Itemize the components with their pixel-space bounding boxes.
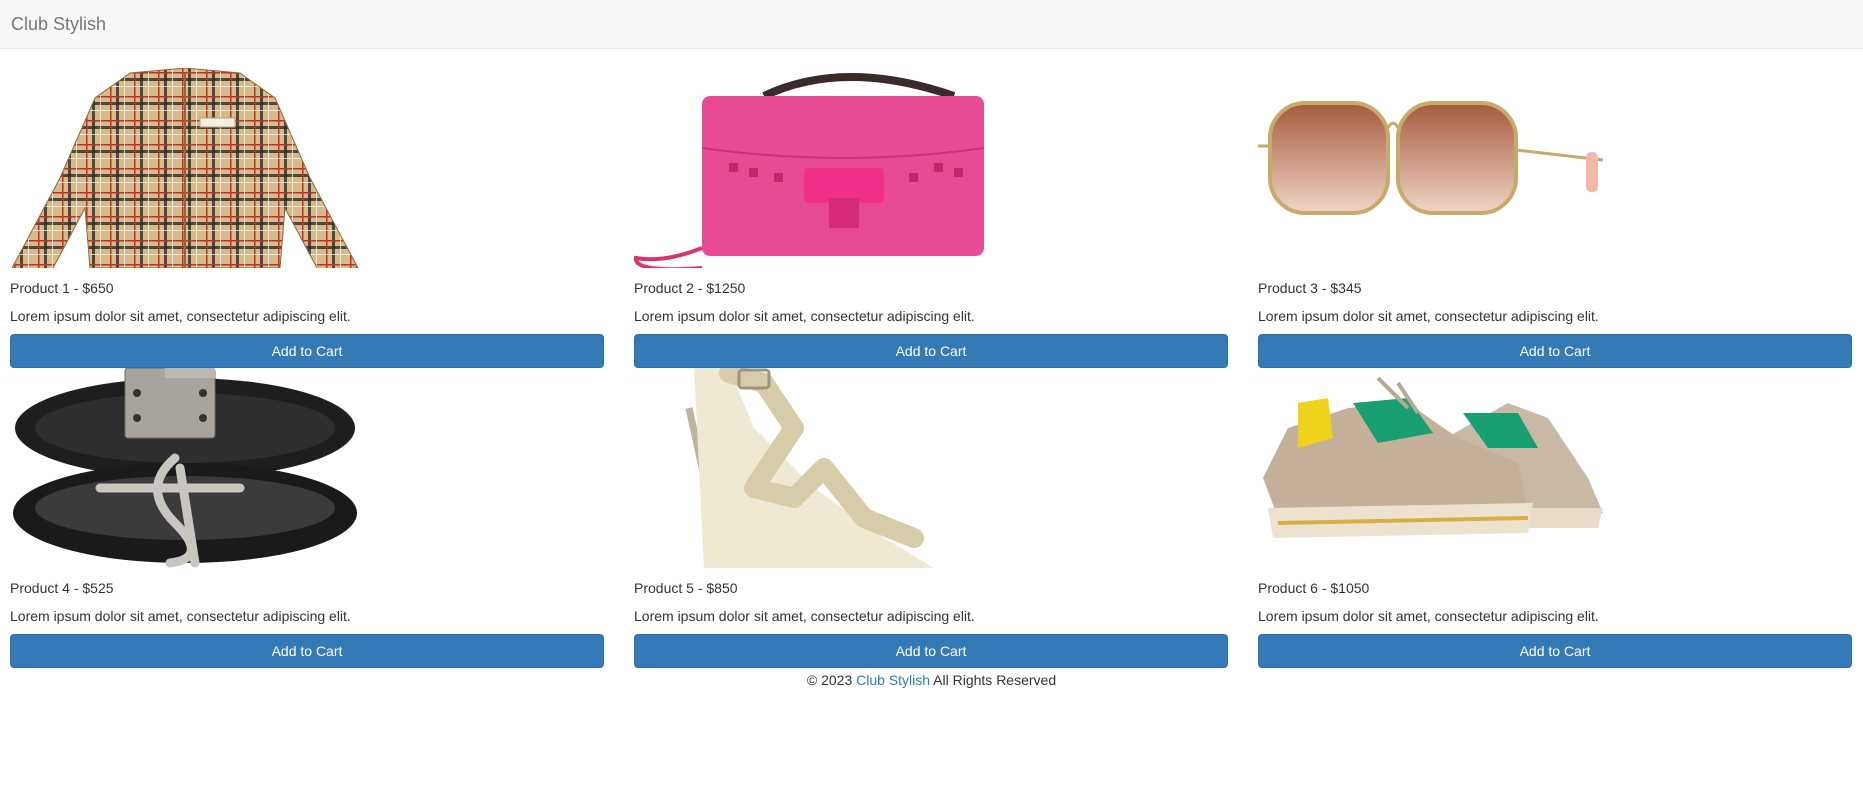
product-title: Product 1 - $650 <box>10 280 114 296</box>
footer-rights: All Rights Reserved <box>933 672 1057 688</box>
add-to-cart-button[interactable]: Add to Cart <box>634 334 1228 368</box>
gold-sunglasses-image[interactable] <box>1258 68 1608 268</box>
add-to-cart-button[interactable]: Add to Cart <box>1258 334 1852 368</box>
brand-link[interactable]: Club Stylish <box>11 14 106 35</box>
product-title: Product 3 - $345 <box>1258 280 1362 296</box>
add-to-cart-button[interactable]: Add to Cart <box>634 634 1228 668</box>
product-description: Lorem ipsum dolor sit amet, consectetur … <box>634 608 975 624</box>
add-to-cart-button[interactable]: Add to Cart <box>10 634 604 668</box>
product-card: Product 4 - $525 Lorem ipsum dolor sit a… <box>10 368 604 668</box>
navbar: Club Stylish <box>0 0 1863 49</box>
product-title: Product 5 - $850 <box>634 580 738 596</box>
footer: © 2023 Club Stylish All Rights Reserved <box>0 670 1853 690</box>
leather-bracelet-image[interactable] <box>10 368 360 568</box>
product-title: Product 6 - $1050 <box>1258 580 1370 596</box>
product-card: Product 2 - $1250 Lorem ipsum dolor sit … <box>634 68 1228 368</box>
product-description: Lorem ipsum dolor sit amet, consectetur … <box>10 308 351 324</box>
add-to-cart-button[interactable]: Add to Cart <box>10 334 604 368</box>
product-grid: Product 1 - $650 Lorem ipsum dolor sit a… <box>0 49 1863 668</box>
product-title: Product 4 - $525 <box>10 580 114 596</box>
product-card: Product 3 - $345 Lorem ipsum dolor sit a… <box>1258 68 1852 368</box>
footer-copyright: © 2023 <box>806 672 853 688</box>
chunky-sneakers-image[interactable] <box>1258 368 1608 568</box>
product-description: Lorem ipsum dolor sit amet, consectetur … <box>634 308 975 324</box>
footer-brand-link[interactable]: Club Stylish <box>856 672 930 688</box>
add-to-cart-button[interactable]: Add to Cart <box>1258 634 1852 668</box>
silver-heel-sandal-image[interactable] <box>634 368 984 568</box>
product-description: Lorem ipsum dolor sit amet, consectetur … <box>1258 608 1599 624</box>
product-card: Product 1 - $650 Lorem ipsum dolor sit a… <box>10 68 604 368</box>
product-card: Product 5 - $850 Lorem ipsum dolor sit a… <box>634 368 1228 668</box>
product-title: Product 2 - $1250 <box>634 280 746 296</box>
pink-studded-handbag-image[interactable] <box>634 68 984 268</box>
plaid-jacket-image[interactable] <box>10 68 360 268</box>
product-card: Product 6 - $1050 Lorem ipsum dolor sit … <box>1258 368 1852 668</box>
product-description: Lorem ipsum dolor sit amet, consectetur … <box>1258 308 1599 324</box>
product-description: Lorem ipsum dolor sit amet, consectetur … <box>10 608 351 624</box>
